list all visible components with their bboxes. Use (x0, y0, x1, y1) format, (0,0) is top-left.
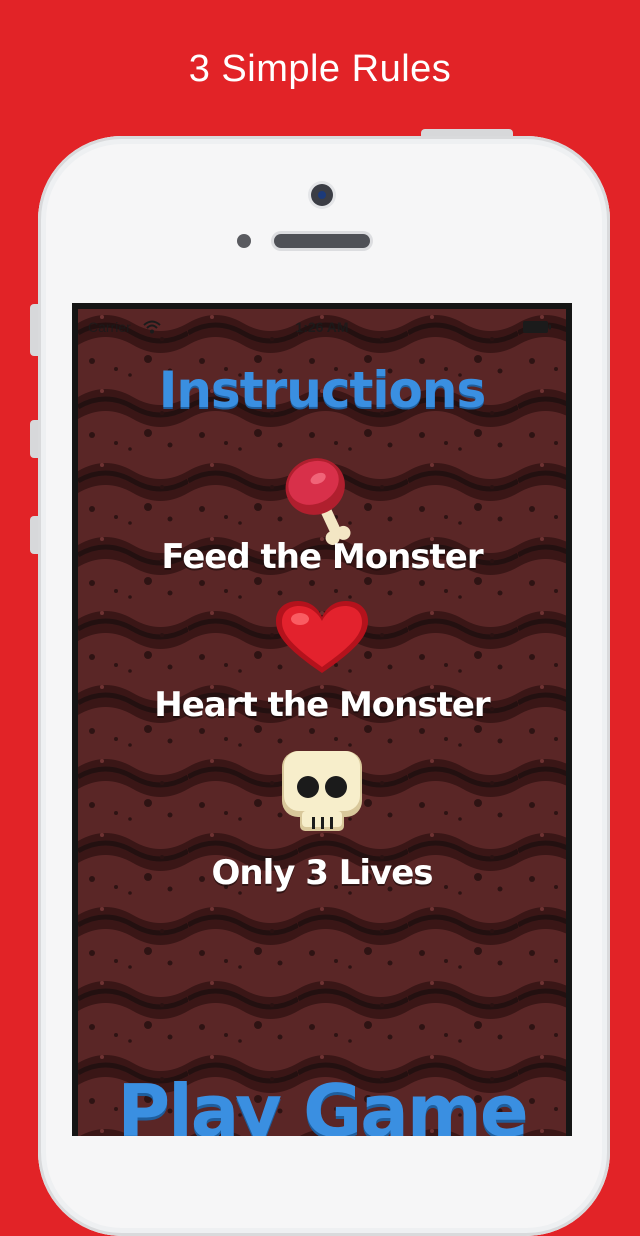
clock-label: 1:26 AM (295, 319, 349, 335)
rule-feed-text: Feed the Monster (161, 537, 483, 577)
headline: 3 Simple Rules (188, 48, 452, 90)
status-bar: Carrier 1:26 AM (78, 317, 566, 339)
app-view: Carrier 1:26 AM Instructions Feed the Mo… (78, 309, 566, 1136)
heart-icon (276, 601, 368, 673)
proximity-sensor (237, 234, 251, 248)
play-game-button[interactable]: Play Game (78, 1069, 566, 1136)
front-camera (311, 184, 333, 206)
instructions-title: Instructions (158, 361, 487, 419)
earpiece-speaker (274, 234, 370, 248)
rule-heart-text: Heart the Monster (154, 685, 490, 725)
meat-icon (285, 458, 351, 545)
battery-icon (523, 321, 551, 333)
skull-icon (282, 751, 362, 831)
phone-screen: Carrier 1:26 AM Instructions Feed the Mo… (72, 303, 572, 1136)
rule-lives-text: Only 3 Lives (211, 853, 433, 893)
